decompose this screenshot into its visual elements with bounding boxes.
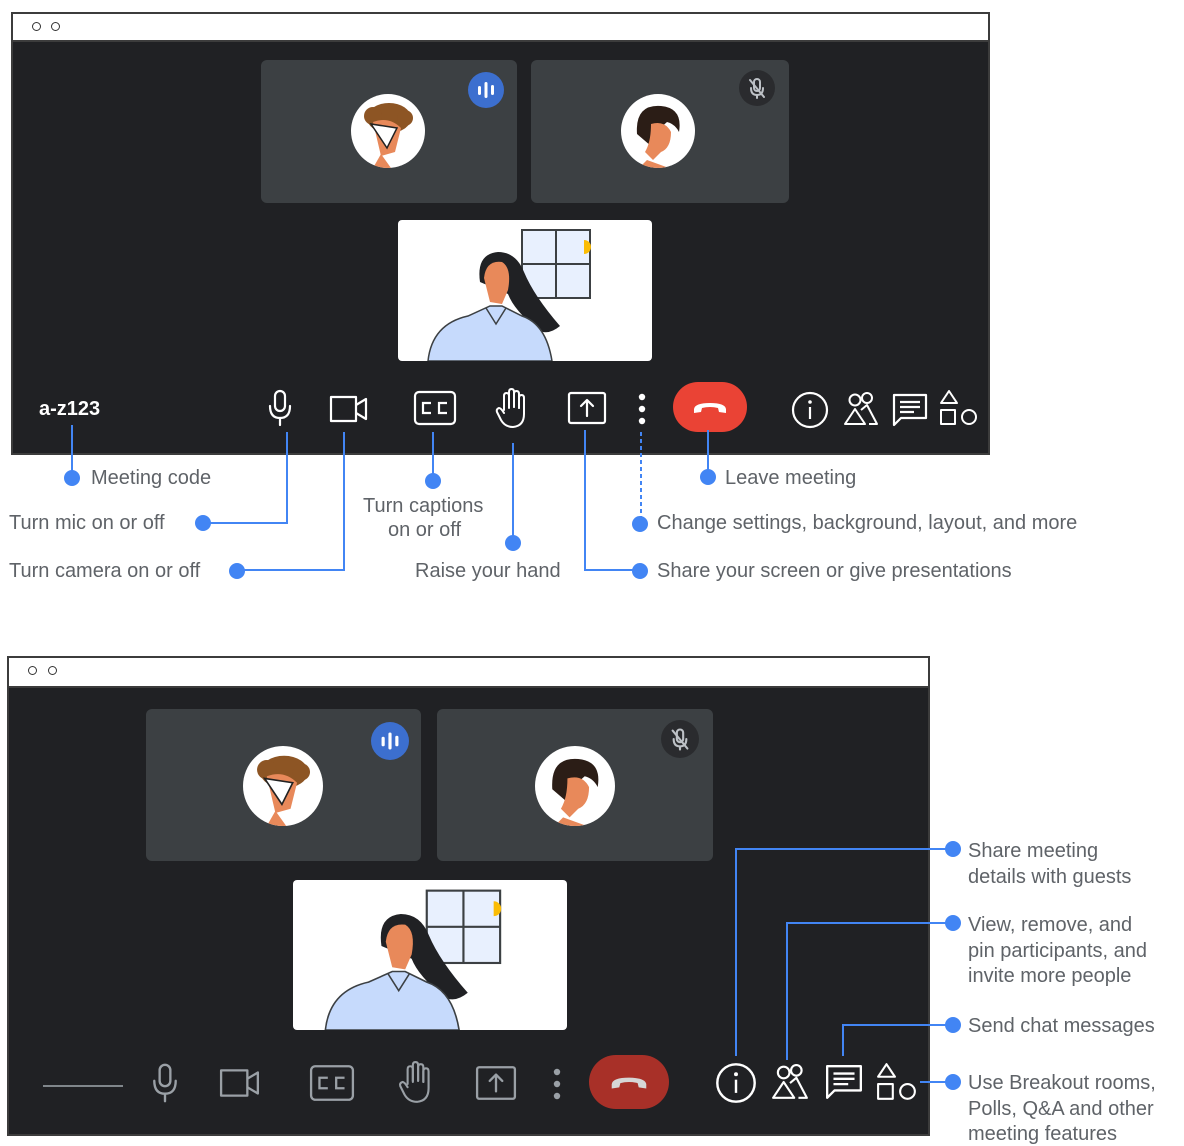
label-present: Share your screen or give presentations	[657, 560, 1012, 582]
self-view-tile[interactable]	[293, 880, 567, 1030]
label-captions-line2: on or off	[388, 519, 462, 541]
participant-tile-1[interactable]	[261, 60, 517, 203]
audio-wave-icon	[468, 72, 504, 108]
avatar	[243, 746, 323, 826]
label-activities-line1: Use Breakout rooms,	[968, 1072, 1156, 1094]
label-meeting-code: Meeting code	[91, 467, 212, 489]
mic-icon[interactable]	[266, 388, 294, 428]
window-dot	[28, 666, 37, 675]
raise-hand-icon[interactable]	[398, 1061, 434, 1105]
label-mic: Turn mic on or off	[9, 512, 165, 534]
info-icon[interactable]	[714, 1061, 758, 1105]
participant-tile-2[interactable]	[531, 60, 789, 203]
participant-tile-2[interactable]	[437, 709, 713, 861]
label-people-line3: invite more people	[968, 965, 1132, 987]
leave-call-button[interactable]	[589, 1055, 669, 1109]
more-options-icon[interactable]	[635, 392, 649, 426]
camera-icon[interactable]	[329, 394, 369, 424]
window-dot	[51, 22, 60, 31]
window-dot	[48, 666, 57, 675]
meeting-code: a-z123	[39, 398, 101, 420]
label-leave: Leave meeting	[725, 467, 857, 489]
present-icon[interactable]	[567, 391, 607, 425]
captions-icon[interactable]	[309, 1064, 355, 1102]
label-people-line1: View, remove, and	[968, 914, 1133, 936]
window-dot	[32, 22, 41, 31]
audio-wave-icon	[371, 722, 409, 760]
label-chat: Send chat messages	[968, 1015, 1155, 1037]
people-icon[interactable]	[843, 390, 879, 428]
participant-tile-1[interactable]	[146, 709, 421, 861]
activities-icon[interactable]	[876, 1061, 918, 1103]
avatar	[621, 94, 695, 168]
leave-call-icon	[694, 403, 726, 413]
label-camera: Turn camera on or off	[9, 560, 201, 582]
meet-window-top: a-z123	[11, 12, 990, 455]
mic-off-icon	[739, 70, 775, 106]
mic-off-icon	[661, 720, 699, 758]
raise-hand-icon[interactable]	[495, 388, 529, 430]
captions-icon[interactable]	[413, 390, 457, 426]
present-icon[interactable]	[475, 1065, 517, 1101]
info-icon[interactable]	[790, 390, 830, 430]
meet-window-bottom	[7, 656, 930, 1136]
chat-icon[interactable]	[824, 1063, 864, 1101]
label-captions-line1: Turn captions	[363, 495, 484, 517]
activities-icon[interactable]	[939, 388, 979, 428]
leave-call-icon	[611, 1077, 647, 1089]
avatar	[351, 94, 425, 168]
label-info-line2: details with guests	[968, 866, 1132, 888]
camera-icon[interactable]	[219, 1067, 261, 1099]
label-activities-line3: meeting features	[968, 1123, 1117, 1145]
people-icon[interactable]	[771, 1061, 809, 1103]
meeting-code-placeholder	[43, 1085, 123, 1087]
label-people-line2: pin participants, and	[968, 940, 1148, 962]
label-activities-line2: Polls, Q&A and other	[968, 1098, 1154, 1120]
label-more-options: Change settings, background, layout, and…	[657, 512, 1078, 534]
self-view-tile[interactable]	[398, 220, 652, 361]
window-titlebar	[13, 14, 988, 42]
more-options-icon[interactable]	[550, 1066, 564, 1102]
label-info-line1: Share meeting	[968, 840, 1099, 862]
avatar	[535, 746, 615, 826]
leave-call-button[interactable]	[673, 382, 747, 432]
window-titlebar	[9, 658, 928, 688]
mic-icon[interactable]	[150, 1061, 180, 1105]
chat-icon[interactable]	[891, 392, 929, 428]
label-raise-hand: Raise your hand	[415, 560, 561, 582]
